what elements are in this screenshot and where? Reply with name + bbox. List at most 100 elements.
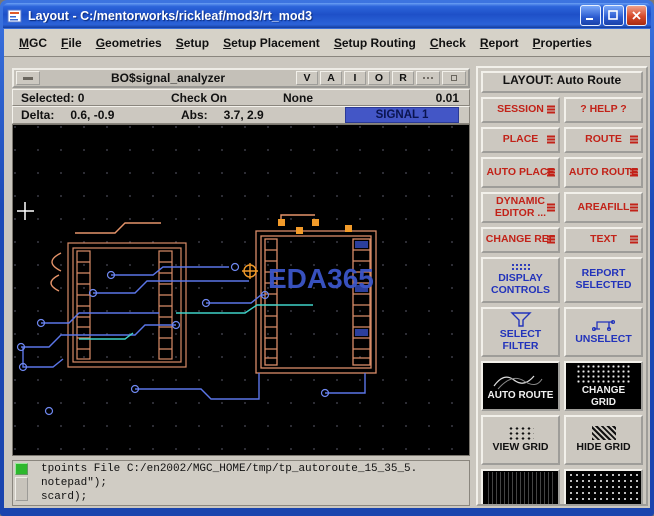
check-value: None — [283, 90, 313, 105]
square-icon — [451, 75, 457, 81]
palette-button-hide-grid[interactable]: HIDE GRID — [564, 415, 643, 465]
button-label: PLACE — [502, 133, 539, 146]
status-row-2: Delta: 0.6, -0.9 Abs: 3.7, 2.9 SIGNAL 1 — [12, 106, 470, 124]
hatch-pattern-icon — [485, 472, 556, 504]
palette-button-route[interactable]: ROUTE — [564, 127, 643, 153]
close-button[interactable] — [626, 5, 647, 26]
view-button-i[interactable]: I — [344, 71, 366, 85]
button-label: AUTO ROUTE — [568, 165, 639, 178]
cascade-icon — [547, 235, 555, 245]
palette-button-auto-route-action[interactable]: AUTO ROUTE — [481, 361, 560, 411]
dots-icon — [422, 76, 434, 80]
button-label: TEXT — [590, 233, 617, 246]
palette-button-change-grid[interactable]: CHANGE GRID — [564, 361, 643, 411]
cascade-icon — [547, 105, 555, 115]
palette-button-report-selected[interactable]: REPORT SELECTED — [564, 257, 643, 303]
console-line: tpoints File C:/en2002/MGC_HOME/tmp/tp_a… — [41, 463, 418, 475]
circuit-icon — [591, 318, 616, 332]
route-squiggle-icon — [492, 370, 550, 390]
palette-button-select-filter[interactable]: SELECT FILTER — [481, 307, 560, 357]
button-label: HIDE GRID — [576, 441, 631, 454]
display-controls-icon — [510, 263, 531, 272]
menu-file[interactable]: File — [54, 33, 89, 53]
viewport-menu-button[interactable] — [16, 71, 40, 85]
palette-title: LAYOUT: Auto Route — [481, 71, 643, 93]
console-output[interactable]: tpoints File C:/en2002/MGC_HOME/tmp/tp_a… — [37, 461, 469, 505]
grid-pattern-icon — [575, 364, 632, 385]
minimize-button[interactable] — [580, 5, 601, 26]
view-button-a[interactable]: A — [320, 71, 342, 85]
cascade-icon — [547, 168, 555, 177]
console-run-button[interactable] — [15, 463, 28, 475]
delta-label: Delta: — [21, 108, 55, 122]
button-label: AREAFILL — [577, 200, 630, 213]
client-area: BO$signal_analyzer V A I O R Selected: 0… — [4, 57, 650, 508]
cascade-icon — [630, 135, 638, 145]
button-label: SELECT FILTER — [499, 327, 542, 352]
button-label: CHANGE GRID — [581, 385, 626, 408]
button-label: ROUTE — [585, 133, 622, 146]
menu-geometries[interactable]: Geometries — [89, 33, 169, 53]
button-label: SESSION — [497, 103, 544, 116]
view-button-v[interactable]: V — [296, 71, 318, 85]
viewport-titlebar: BO$signal_analyzer V A I O R — [12, 68, 470, 88]
viewport-collapse-button[interactable] — [442, 71, 466, 85]
active-signal-badge: SIGNAL 1 — [345, 107, 459, 123]
tool-palette: LAYOUT: Auto Route SESSION ? HELP ? PLAC… — [476, 66, 648, 506]
button-label: UNSELECT — [575, 333, 632, 346]
palette-button-unselect[interactable]: UNSELECT — [564, 307, 643, 357]
palette-button-auto-route-menu[interactable]: AUTO ROUTE — [564, 157, 643, 188]
status-row-1: Selected: 0 Check On None 0.01 — [12, 89, 470, 106]
palette-button-change-ref[interactable]: CHANGE REF — [481, 227, 560, 253]
cascade-icon — [630, 203, 638, 212]
palette-button-partial-right[interactable] — [564, 469, 643, 504]
cascade-icon — [547, 135, 555, 145]
menubar: MGC File Geometries Setup Setup Placemen… — [4, 29, 650, 57]
button-label: DISPLAY CONTROLS — [491, 272, 550, 296]
palette-button-areafill[interactable]: AREAFILL — [564, 192, 643, 223]
viewport-dots-button[interactable] — [416, 71, 440, 85]
layout-canvas[interactable]: EDA365 — [12, 124, 470, 456]
console-panel: tpoints File C:/en2002/MGC_HOME/tmp/tp_a… — [12, 460, 470, 506]
view-grid-icon — [507, 426, 534, 441]
window-title: Layout - C:/mentorworks/rickleaf/mod3/rt… — [28, 8, 313, 23]
button-label: VIEW GRID — [492, 441, 549, 454]
maximize-button[interactable] — [603, 5, 624, 26]
palette-button-help[interactable]: ? HELP ? — [564, 97, 643, 123]
titlebar[interactable]: Layout - C:/mentorworks/rickleaf/mod3/rt… — [3, 3, 651, 28]
console-scroll-button[interactable] — [15, 477, 28, 501]
watermark-text: EDA365 — [268, 263, 374, 294]
abs-value: 3.7, 2.9 — [223, 108, 264, 122]
menu-mgc[interactable]: MGC — [12, 33, 54, 53]
check-label: Check On — [171, 90, 228, 105]
palette-button-session[interactable]: SESSION — [481, 97, 560, 123]
palette-button-partial-left[interactable] — [481, 469, 560, 504]
cascade-icon — [630, 235, 638, 245]
view-button-r[interactable]: R — [392, 71, 414, 85]
palette-button-view-grid[interactable]: VIEW GRID — [481, 415, 560, 465]
button-label: CHANGE REF — [485, 233, 556, 246]
menu-setup[interactable]: Setup — [169, 33, 216, 53]
cascade-icon — [630, 168, 638, 177]
palette-button-text[interactable]: TEXT — [564, 227, 643, 253]
button-label: DYNAMIC EDITOR ... — [494, 194, 547, 219]
selected-count: Selected: 0 — [21, 90, 85, 105]
app-window: Layout - C:/mentorworks/rickleaf/mod3/rt… — [0, 0, 654, 516]
palette-button-display-controls[interactable]: DISPLAY CONTROLS — [481, 257, 560, 303]
palette-button-auto-place[interactable]: AUTO PLACE — [481, 157, 560, 188]
menu-report[interactable]: Report — [473, 33, 526, 53]
palette-button-dynamic-editor[interactable]: DYNAMIC EDITOR ... — [481, 192, 560, 223]
dot-pattern-icon — [568, 472, 639, 504]
menu-setup-routing[interactable]: Setup Routing — [327, 33, 423, 53]
abs-label: Abs: — [181, 108, 208, 122]
view-button-o[interactable]: O — [368, 71, 390, 85]
menu-properties[interactable]: Properties — [526, 33, 599, 53]
menu-check[interactable]: Check — [423, 33, 473, 53]
hide-grid-icon — [591, 426, 616, 441]
viewport-title: BO$signal_analyzer — [110, 71, 226, 85]
button-label: REPORT SELECTED — [575, 267, 632, 291]
button-label: AUTO PLACE — [486, 165, 555, 178]
menu-setup-placement[interactable]: Setup Placement — [216, 33, 327, 53]
palette-button-place[interactable]: PLACE — [481, 127, 560, 153]
funnel-icon — [509, 312, 532, 327]
